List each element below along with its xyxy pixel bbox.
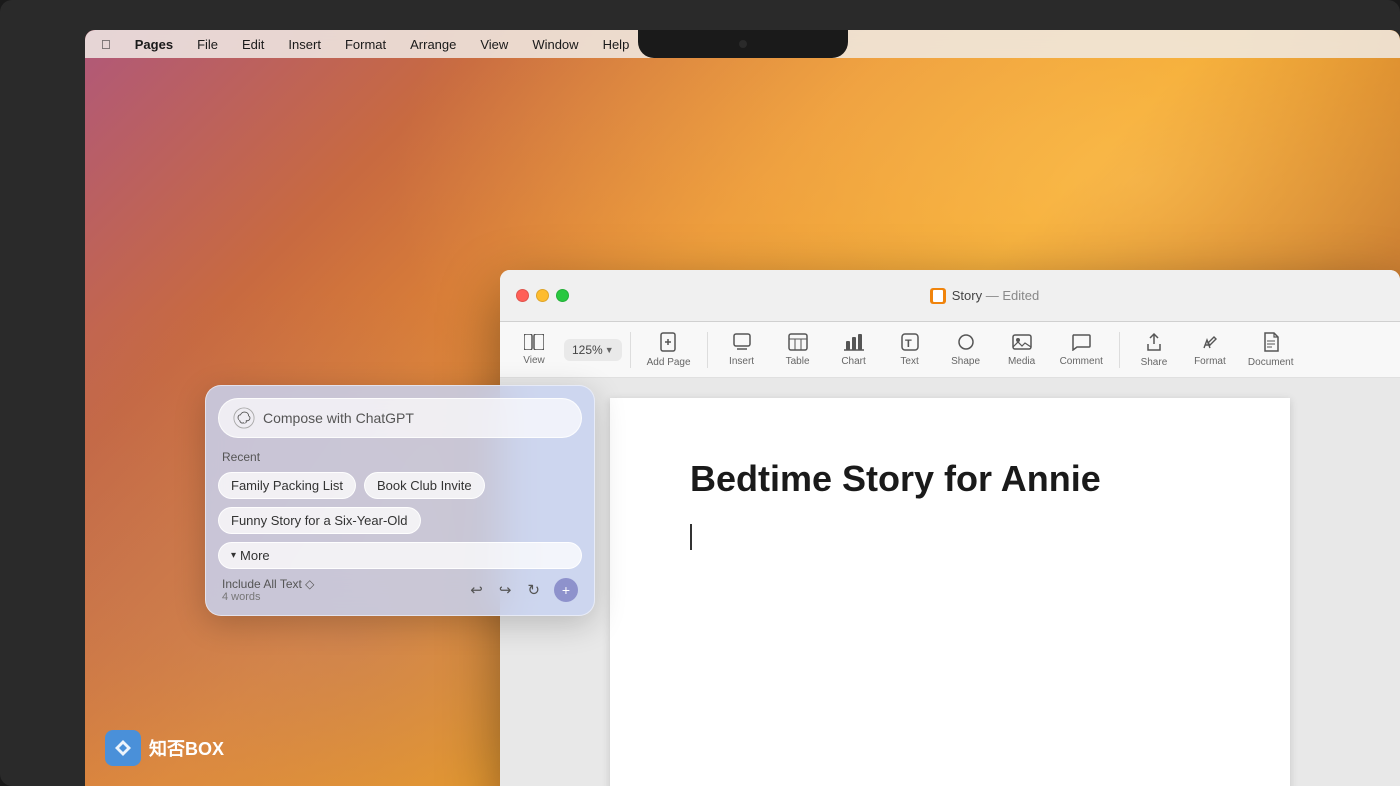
pages-document[interactable]: Bedtime Story for Annie: [500, 378, 1400, 786]
file-menu[interactable]: File: [193, 35, 222, 54]
pages-app-icon: [930, 288, 946, 304]
redo-button[interactable]: ↪: [497, 579, 514, 601]
submit-button[interactable]: +: [554, 578, 578, 602]
close-button[interactable]: [516, 289, 529, 302]
toolbar-insert[interactable]: Insert: [716, 329, 768, 371]
more-button[interactable]: ▾ More: [218, 542, 582, 569]
window-title: Story — Edited: [930, 288, 1039, 304]
pages-menu[interactable]: Pages: [131, 35, 177, 54]
help-menu[interactable]: Help: [599, 35, 634, 54]
undo-button[interactable]: ↩: [468, 579, 485, 601]
comment-icon: [1071, 333, 1091, 354]
view-menu[interactable]: View: [476, 35, 512, 54]
svg-text:T: T: [905, 338, 912, 350]
text-cursor: [690, 524, 692, 550]
toolbar-divider-1: [630, 332, 631, 368]
table-label: Table: [786, 356, 810, 367]
chatgpt-panel: Recent Family Packing List Book Club Inv…: [205, 385, 595, 616]
document-title: Bedtime Story for Annie: [690, 458, 1210, 500]
panel-actions: ↩ ↪ ↻ +: [468, 578, 578, 602]
table-icon: [788, 333, 808, 354]
recent-chip-family-packing[interactable]: Family Packing List: [218, 472, 356, 499]
format-label: Format: [1194, 356, 1226, 367]
zoom-chevron: ▼: [605, 345, 614, 355]
toolbar-divider-3: [1119, 332, 1120, 368]
pages-window: Story — Edited View: [500, 270, 1400, 786]
chart-label: Chart: [841, 356, 865, 367]
watermark-logo: [105, 730, 141, 766]
toolbar-document[interactable]: Document: [1240, 328, 1302, 372]
edit-menu[interactable]: Edit: [238, 35, 268, 54]
insert-icon: [733, 333, 751, 354]
toolbar-chart[interactable]: Chart: [828, 329, 880, 371]
document-name: Story — Edited: [952, 288, 1039, 303]
camera-dot: [739, 40, 747, 48]
include-all-text[interactable]: Include All Text ◇: [222, 577, 314, 591]
refresh-button[interactable]: ↻: [525, 579, 542, 601]
share-label: Share: [1141, 357, 1168, 368]
macbook-frame:  Pages File Edit Insert Format Arrange …: [0, 0, 1400, 786]
toolbar-media[interactable]: Media: [996, 329, 1048, 371]
word-count: 4 words: [222, 591, 314, 603]
toolbar-table[interactable]: Table: [772, 329, 824, 371]
document-icon: [1263, 332, 1279, 355]
text-icon: T: [901, 333, 919, 354]
chatgpt-compose-input[interactable]: [263, 410, 567, 426]
chart-icon: [844, 333, 864, 354]
watermark-text: 知否BOX: [149, 735, 224, 761]
media-icon: [1012, 333, 1032, 354]
toolbar-view[interactable]: View: [508, 330, 560, 370]
media-label: Media: [1008, 356, 1035, 367]
format-icon: [1201, 333, 1219, 354]
view-label: View: [523, 355, 545, 366]
arrange-menu[interactable]: Arrange: [406, 35, 460, 54]
document-label: Document: [1248, 357, 1294, 368]
minimize-button[interactable]: [536, 289, 549, 302]
add-page-label: Add Page: [647, 357, 691, 368]
apple-menu[interactable]: : [97, 35, 115, 54]
document-page: Bedtime Story for Annie: [610, 398, 1290, 786]
zoom-value: 125%: [572, 343, 603, 357]
toolbar-text[interactable]: T Text: [884, 329, 936, 371]
add-page-icon: [660, 332, 678, 355]
view-icon: [524, 334, 544, 353]
chatgpt-input-wrapper[interactable]: [218, 398, 582, 438]
shape-icon: [957, 333, 975, 354]
toolbar-share[interactable]: Share: [1128, 328, 1180, 372]
pages-toolbar: View 125% ▼: [500, 322, 1400, 378]
recent-chip-book-club[interactable]: Book Club Invite: [364, 472, 485, 499]
panel-footer: Include All Text ◇ 4 words ↩ ↪ ↻ +: [218, 577, 582, 603]
text-label: Text: [900, 356, 918, 367]
pages-titlebar: Story — Edited: [500, 270, 1400, 322]
chatgpt-logo-icon: [233, 407, 255, 429]
traffic-lights: [516, 289, 569, 302]
window-menu[interactable]: Window: [528, 35, 582, 54]
more-chevron-icon: ▾: [231, 550, 236, 561]
toolbar-divider-2: [707, 332, 708, 368]
screen:  Pages File Edit Insert Format Arrange …: [85, 30, 1400, 786]
toolbar-format[interactable]: Format: [1184, 329, 1236, 371]
share-icon: [1145, 332, 1163, 355]
camera-notch: [638, 30, 848, 58]
toolbar-add-page[interactable]: Add Page: [639, 328, 699, 372]
toolbar-comment[interactable]: Comment: [1052, 329, 1111, 371]
comment-label: Comment: [1060, 356, 1103, 367]
recent-items: Family Packing List Book Club Invite Fun…: [218, 472, 582, 534]
format-menu[interactable]: Format: [341, 35, 390, 54]
recent-section-label: Recent: [218, 450, 582, 464]
insert-label: Insert: [729, 356, 754, 367]
recent-chip-funny-story[interactable]: Funny Story for a Six-Year-Old: [218, 507, 421, 534]
watermark-logo-icon: [111, 736, 135, 760]
toolbar-shape[interactable]: Shape: [940, 329, 992, 371]
zoom-control[interactable]: 125% ▼: [564, 339, 622, 361]
insert-menu[interactable]: Insert: [284, 35, 325, 54]
include-text-wrapper: Include All Text ◇ 4 words: [222, 577, 314, 603]
shape-label: Shape: [951, 356, 980, 367]
maximize-button[interactable]: [556, 289, 569, 302]
watermark: 知否BOX: [105, 730, 224, 766]
